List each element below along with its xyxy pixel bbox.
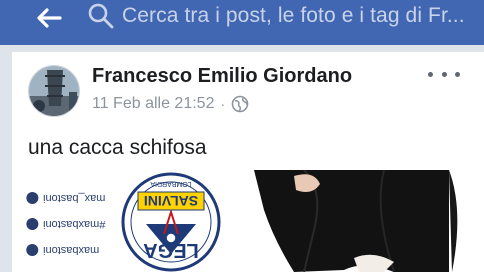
more-options-button[interactable] xyxy=(428,64,460,84)
more-horizontal-icon xyxy=(428,71,433,77)
instagram-icon xyxy=(26,192,38,204)
post-date[interactable]: 11 Feb alle 21:52 xyxy=(92,95,214,113)
post-text: una cacca schifosa xyxy=(28,136,207,159)
globe-icon[interactable] xyxy=(231,95,249,113)
post-image[interactable]: max_bastoni #maxbastoni maxbastoni SALVI… xyxy=(12,170,484,272)
search-placeholder: Cerca tra i post, le foto e i tag di Fr.… xyxy=(122,4,465,27)
lega-logo: SALVINI LOMBARDIA LEGA xyxy=(121,172,221,272)
meta-separator: · xyxy=(220,96,226,112)
back-button[interactable] xyxy=(26,2,72,34)
post-meta: 11 Feb alle 21:52 · xyxy=(92,95,249,113)
figure-image xyxy=(234,170,484,272)
logo-bottom-text: LEGA xyxy=(143,239,199,261)
logo-top-text: LOMBARDIA xyxy=(150,180,192,187)
social-handle-2: #maxbastoni xyxy=(26,218,105,230)
top-bar: Cerca tra i post, le foto e i tag di Fr.… xyxy=(0,0,484,45)
search-icon xyxy=(88,3,114,29)
author-name[interactable]: Francesco Emilio Giordano xyxy=(92,65,352,88)
post-card: Francesco Emilio Giordano 11 Feb alle 21… xyxy=(12,52,484,272)
arrow-left-icon xyxy=(37,8,62,28)
avatar[interactable] xyxy=(28,65,80,117)
twitter-icon xyxy=(26,218,38,230)
logo-name: SALVINI xyxy=(144,193,198,209)
social-handle-1: max_bastoni xyxy=(26,192,105,204)
search-field[interactable]: Cerca tra i post, le foto e i tag di Fr.… xyxy=(76,0,476,32)
social-handle-3: maxbastoni xyxy=(26,244,99,256)
facebook-icon xyxy=(26,244,38,256)
